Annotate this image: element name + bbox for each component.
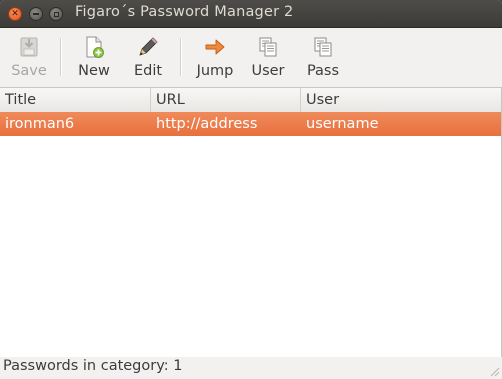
toolbar-separator — [180, 38, 182, 76]
pencil-icon — [139, 37, 158, 56]
save-icon — [20, 37, 38, 57]
row-title-cell: ironman6 — [5, 116, 75, 132]
status-bar: Passwords in category: 1 — [0, 357, 502, 379]
column-header-title[interactable]: Title — [0, 88, 151, 112]
new-document-icon — [86, 36, 104, 58]
copy-icon — [314, 37, 332, 57]
table-row[interactable]: ironman6 http://address username — [0, 112, 501, 136]
toolbar-separator — [60, 38, 62, 76]
copy-user-button[interactable]: User — [250, 32, 286, 82]
table-header: Title URL User — [0, 88, 501, 113]
new-button[interactable]: New — [76, 32, 112, 82]
minimize-window-button[interactable] — [29, 7, 43, 21]
user-label: User — [251, 63, 285, 79]
jump-button[interactable]: Jump — [193, 32, 237, 82]
maximize-window-button[interactable] — [49, 7, 63, 21]
pass-label: Pass — [306, 63, 340, 79]
minimize-icon — [33, 13, 39, 15]
copy-password-button[interactable]: Pass — [304, 32, 342, 82]
column-header-user[interactable]: User — [301, 88, 501, 112]
row-user-cell: username — [306, 116, 379, 132]
column-header-url[interactable]: URL — [151, 88, 301, 112]
edit-label: Edit — [133, 63, 163, 79]
resize-grip-icon[interactable] — [488, 365, 500, 377]
save-label: Save — [11, 63, 47, 79]
save-button[interactable]: Save — [11, 32, 47, 82]
toolbar: Save New Edit Jump User Pass — [0, 28, 502, 86]
jump-label: Jump — [196, 63, 234, 79]
maximize-icon — [53, 11, 59, 17]
password-table: Title URL User ironman6 http://address u… — [0, 87, 502, 358]
edit-button[interactable]: Edit — [130, 32, 166, 82]
new-label: New — [78, 63, 110, 79]
close-window-button[interactable]: ✕ — [8, 7, 22, 21]
window-title: Figaro´s Password Manager 2 — [75, 4, 294, 20]
close-icon: ✕ — [11, 8, 19, 19]
arrow-right-icon — [205, 39, 225, 55]
app-window: ✕ Figaro´s Password Manager 2 Save New E… — [0, 0, 502, 379]
status-text: Passwords in category: 1 — [3, 358, 183, 374]
title-bar[interactable]: ✕ Figaro´s Password Manager 2 — [0, 0, 502, 28]
row-url-cell: http://address — [156, 116, 258, 132]
copy-icon — [259, 37, 277, 57]
